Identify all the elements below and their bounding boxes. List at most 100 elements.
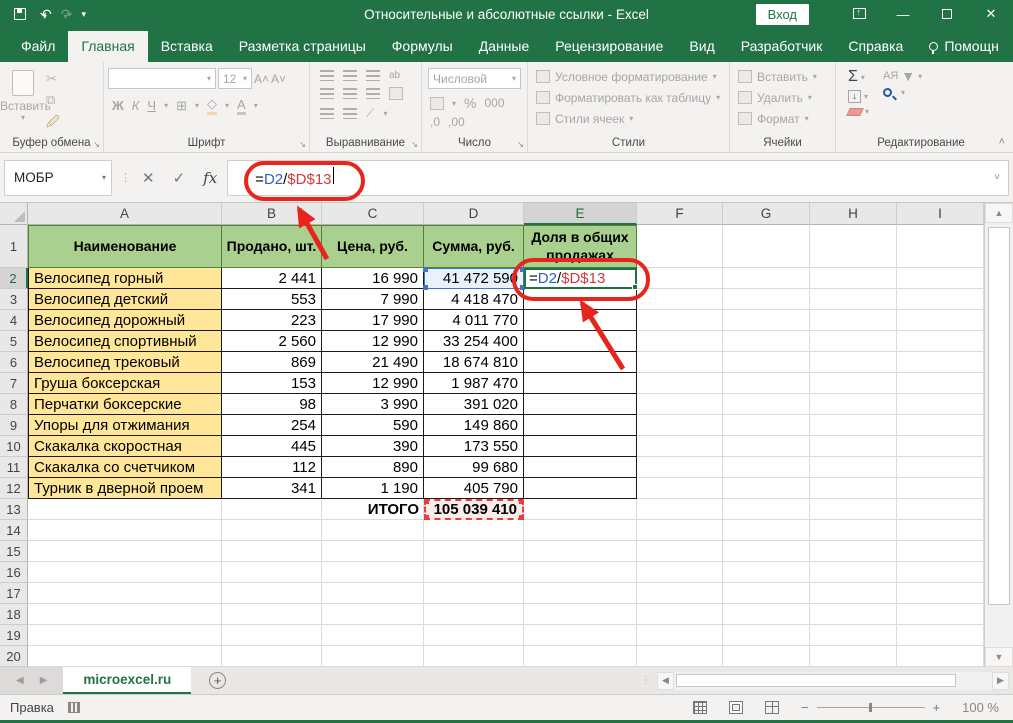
cell-B2[interactable]: 2 441 [222, 268, 322, 289]
cell-H3[interactable] [810, 289, 897, 310]
cell-H11[interactable] [810, 457, 897, 478]
formula-input[interactable]: =D2/$D$13 ˅ [227, 159, 1009, 196]
cell-B11[interactable]: 112 [222, 457, 322, 478]
column-header-D[interactable]: D [424, 203, 524, 225]
cell-E8[interactable] [524, 394, 637, 415]
cell-G10[interactable] [723, 436, 810, 457]
cell-C14[interactable] [322, 520, 424, 541]
conditional-formatting-button[interactable]: Условное форматирование ▾ [536, 66, 729, 87]
vertical-scrollbar[interactable]: ▲ ▼ [984, 203, 1013, 667]
tab-вид[interactable]: Вид [676, 31, 727, 62]
normal-view-icon[interactable] [692, 701, 707, 714]
tab-справка[interactable]: Справка [835, 31, 916, 62]
cell-C12[interactable]: 1 190 [322, 478, 424, 499]
cell-B9[interactable]: 254 [222, 415, 322, 436]
row-header-20[interactable]: 20 [0, 646, 28, 667]
cell-F5[interactable] [637, 331, 723, 352]
cell-D11[interactable]: 99 680 [424, 457, 524, 478]
cell-E15[interactable] [524, 541, 637, 562]
cell-D18[interactable] [424, 604, 524, 625]
clipboard-dialog-launcher-icon[interactable]: ↘ [93, 140, 100, 149]
cell-A6[interactable]: Велосипед трековый [28, 352, 222, 373]
cell-A8[interactable]: Перчатки боксерские [28, 394, 222, 415]
autosum-button[interactable]: Σ ▾ [848, 68, 869, 86]
cell-G2[interactable] [723, 268, 810, 289]
cancel-formula-icon[interactable]: ✕ [142, 169, 155, 187]
column-header-G[interactable]: G [723, 203, 810, 225]
prev-sheet-icon[interactable]: ◀ [16, 675, 24, 686]
cell-I9[interactable] [897, 415, 984, 436]
font-name-select[interactable]: ▾ [108, 68, 216, 89]
cell-H20[interactable] [810, 646, 897, 667]
cell-B17[interactable] [222, 583, 322, 604]
cell-G6[interactable] [723, 352, 810, 373]
column-header-I[interactable]: I [897, 203, 984, 225]
cell-A17[interactable] [28, 583, 222, 604]
cell-E20[interactable] [524, 646, 637, 667]
maximize-icon[interactable] [925, 7, 969, 22]
cell-C7[interactable]: 12 990 [322, 373, 424, 394]
cell-I4[interactable] [897, 310, 984, 331]
cell-H19[interactable] [810, 625, 897, 646]
cell-styles-button[interactable]: Стили ячеек ▾ [536, 108, 729, 129]
cell-H2[interactable] [810, 268, 897, 289]
format-as-table-button[interactable]: Форматировать как таблицу ▾ [536, 87, 729, 108]
row-header-1[interactable]: 1 [0, 225, 28, 268]
cell-B3[interactable]: 553 [222, 289, 322, 310]
cell-C4[interactable]: 17 990 [322, 310, 424, 331]
column-header-H[interactable]: H [810, 203, 897, 225]
wrap-text-icon[interactable]: ab [389, 70, 400, 81]
cell-G13[interactable] [723, 499, 810, 520]
row-header-10[interactable]: 10 [0, 436, 28, 457]
grow-font-icon[interactable]: A˄ [254, 72, 269, 86]
align-center-icon[interactable] [343, 88, 357, 99]
cell-B5[interactable]: 2 560 [222, 331, 322, 352]
cell-G20[interactable] [723, 646, 810, 667]
cell-D20[interactable] [424, 646, 524, 667]
tab-помощн[interactable]: Помощн [916, 31, 1012, 62]
cell-I3[interactable] [897, 289, 984, 310]
cut-icon[interactable]: ✂ [46, 71, 60, 87]
cell-C2[interactable]: 16 990 [322, 268, 424, 289]
cell-A11[interactable]: Скакалка со счетчиком [28, 457, 222, 478]
merge-center-icon[interactable] [389, 87, 403, 100]
align-right-icon[interactable] [366, 88, 380, 99]
cell-D12[interactable]: 405 790 [424, 478, 524, 499]
tab-вставка[interactable]: Вставка [148, 31, 226, 62]
tab-разметка страницы[interactable]: Разметка страницы [226, 31, 379, 62]
align-bottom-icon[interactable] [366, 70, 380, 81]
cell-B18[interactable] [222, 604, 322, 625]
macro-record-icon[interactable] [67, 702, 80, 713]
vertical-scroll-thumb[interactable] [988, 227, 1010, 605]
format-painter-icon[interactable]: 🖉 [46, 113, 60, 135]
cell-I8[interactable] [897, 394, 984, 415]
cell-I16[interactable] [897, 562, 984, 583]
horizontal-scrollbar[interactable]: ◀ ▶ [657, 671, 1009, 690]
cell-C9[interactable]: 590 [322, 415, 424, 436]
cell-A5[interactable]: Велосипед спортивный [28, 331, 222, 352]
cell-E4[interactable] [524, 310, 637, 331]
cell-E19[interactable] [524, 625, 637, 646]
cell-C16[interactable] [322, 562, 424, 583]
row-header-13[interactable]: 13 [0, 499, 28, 520]
orientation-icon[interactable]: ⟋ [366, 106, 374, 121]
cell-E2[interactable]: = D2/$D$13 [524, 268, 638, 290]
add-sheet-icon[interactable]: + [209, 672, 227, 689]
row-header-2[interactable]: 2 [0, 268, 28, 289]
cell-G7[interactable] [723, 373, 810, 394]
cell-G11[interactable] [723, 457, 810, 478]
cell-I10[interactable] [897, 436, 984, 457]
cell-C17[interactable] [322, 583, 424, 604]
cell-E16[interactable] [524, 562, 637, 583]
cell-I18[interactable] [897, 604, 984, 625]
cell-D17[interactable] [424, 583, 524, 604]
cell-F11[interactable] [637, 457, 723, 478]
cell-B19[interactable] [222, 625, 322, 646]
cell-A20[interactable] [28, 646, 222, 667]
font-color-icon[interactable]: А [237, 97, 246, 115]
cell-F4[interactable] [637, 310, 723, 331]
cell-H10[interactable] [810, 436, 897, 457]
comma-style-icon[interactable]: 000 [484, 96, 504, 110]
accounting-format-icon[interactable] [430, 96, 444, 110]
cell-E13[interactable] [524, 499, 637, 520]
